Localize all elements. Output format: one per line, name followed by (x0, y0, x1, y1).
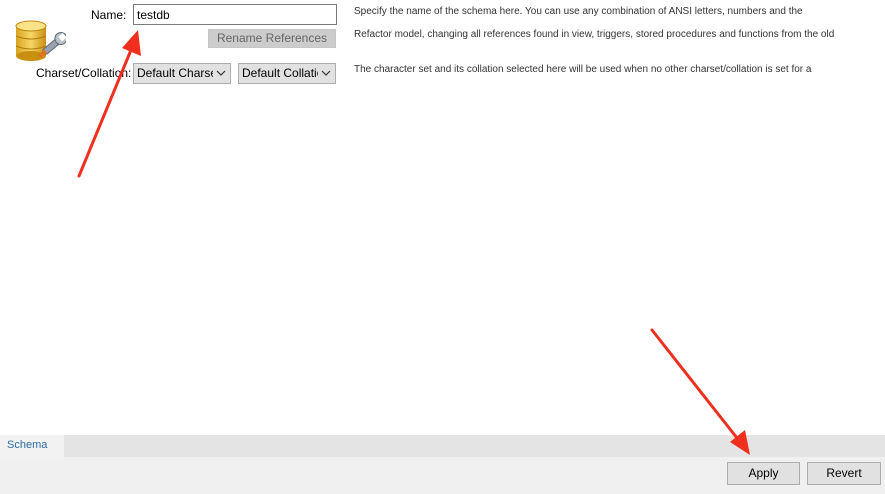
collation-select[interactable]: Default Collation (238, 63, 336, 84)
collation-select-value: Default Collation (242, 66, 318, 80)
apply-button[interactable]: Apply (727, 462, 800, 485)
annotation-arrow-to-name (77, 30, 141, 178)
charset-select-value: Default Charset (137, 66, 213, 80)
database-wrench-icon (14, 16, 68, 64)
name-help-text-line2: Refactor model, changing all references … (354, 29, 835, 40)
chevron-down-icon (216, 70, 226, 76)
name-label: Name: (91, 8, 127, 22)
charset-select[interactable]: Default Charset (133, 63, 231, 84)
charset-collation-label: Charset/Collation: (36, 66, 132, 80)
charset-help-text: The character set and its collation sele… (354, 64, 812, 75)
tab-schema[interactable]: Schema (0, 435, 64, 457)
chevron-down-icon (321, 70, 331, 76)
schema-name-input[interactable] (133, 4, 337, 25)
tab-strip (0, 435, 885, 457)
name-help-text-line1: Specify the name of the schema here. You… (354, 6, 803, 17)
revert-button[interactable]: Revert (807, 462, 881, 485)
rename-references-button[interactable]: Rename References (208, 29, 336, 48)
